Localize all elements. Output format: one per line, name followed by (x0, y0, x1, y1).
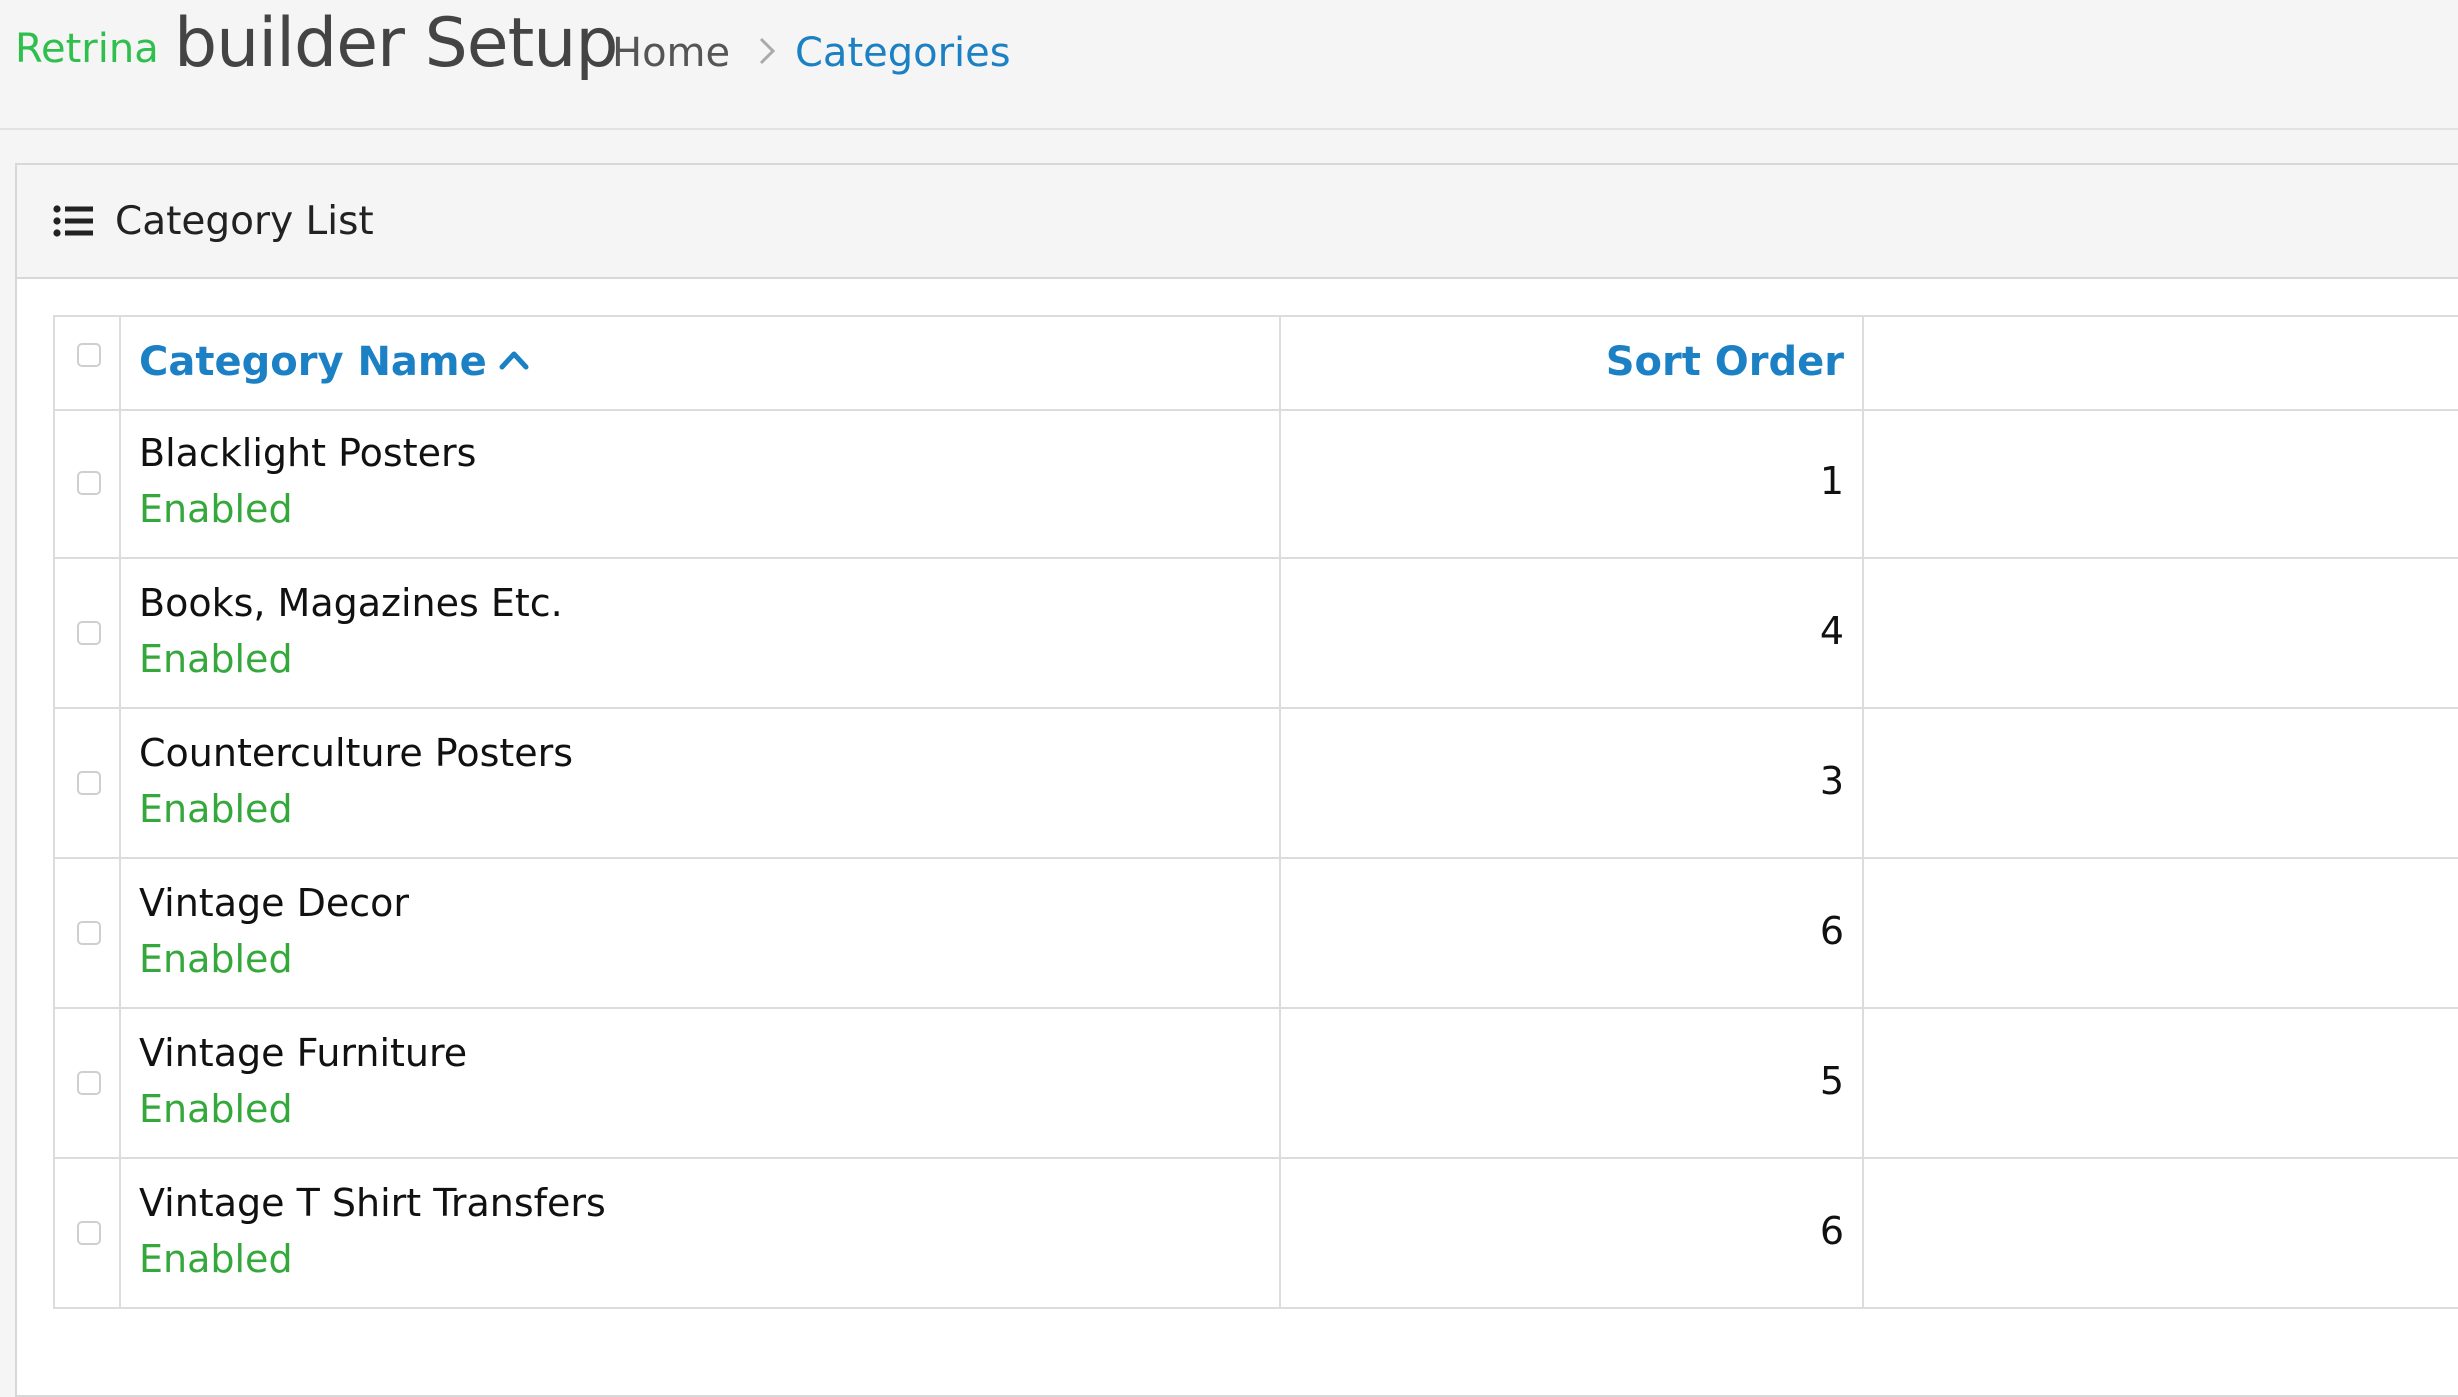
row-sort-cell: 6 (1281, 859, 1864, 1007)
category-name[interactable]: Books, Magazines Etc. (139, 581, 563, 625)
row-sort-cell: 1 (1281, 409, 1864, 557)
panel-title: Category List (115, 199, 374, 244)
row-name-cell: Vintage T Shirt Transfers Enabled (121, 1159, 1281, 1307)
category-status: Enabled (139, 787, 293, 831)
row-name-cell: Books, Magazines Etc. Enabled (121, 559, 1281, 707)
table-row: Vintage Furniture Enabled 5 (53, 1009, 2458, 1159)
row-check-cell (53, 1159, 121, 1307)
category-name[interactable]: Counterculture Posters (139, 731, 573, 775)
chevron-up-icon (499, 351, 529, 370)
header-sort-cell: Sort Order (1281, 317, 1864, 409)
category-sort-order: 3 (1819, 759, 1844, 803)
table-row: Books, Magazines Etc. Enabled 4 (53, 559, 2458, 709)
breadcrumb-categories[interactable]: Categories (795, 30, 1011, 76)
row-check-cell (53, 709, 121, 857)
row-name-cell: Vintage Furniture Enabled (121, 1009, 1281, 1157)
column-header-name: Category Name (139, 339, 487, 385)
row-sort-cell: 6 (1281, 1159, 1864, 1307)
category-sort-order: 5 (1819, 1059, 1844, 1103)
page-header: Retrina builder Setup Home Categories (0, 0, 2458, 130)
table-row: Vintage Decor Enabled 6 (53, 859, 2458, 1009)
row-checkbox[interactable] (77, 1071, 101, 1095)
row-checkbox[interactable] (77, 921, 101, 945)
row-sort-cell: 4 (1281, 559, 1864, 707)
row-checkbox[interactable] (77, 471, 101, 495)
row-check-cell (53, 409, 121, 557)
row-name-cell: Blacklight Posters Enabled (121, 409, 1281, 557)
category-status: Enabled (139, 487, 293, 531)
row-extra-cell (1864, 409, 2458, 557)
page-title: builder Setup (174, 4, 619, 83)
category-status: Enabled (139, 1237, 293, 1281)
sort-by-name-link[interactable]: Category Name (139, 339, 529, 385)
header-name-cell: Category Name (121, 317, 1281, 409)
chevron-right-icon (759, 37, 776, 65)
category-name[interactable]: Blacklight Posters (139, 431, 476, 475)
category-name[interactable]: Vintage T Shirt Transfers (139, 1181, 606, 1225)
row-checkbox[interactable] (77, 621, 101, 645)
row-check-cell (53, 859, 121, 1007)
select-all-checkbox[interactable] (77, 343, 101, 367)
category-sort-order: 4 (1819, 609, 1844, 653)
breadcrumb-home[interactable]: Home (612, 30, 730, 76)
row-name-cell: Vintage Decor Enabled (121, 859, 1281, 1007)
category-name[interactable]: Vintage Furniture (139, 1031, 467, 1075)
row-extra-cell (1864, 709, 2458, 857)
row-extra-cell (1864, 559, 2458, 707)
row-name-cell: Counterculture Posters Enabled (121, 709, 1281, 857)
header-check-cell (53, 317, 121, 409)
row-extra-cell (1864, 859, 2458, 1007)
row-sort-cell: 3 (1281, 709, 1864, 857)
table-header-row: Category Name Sort Order (53, 315, 2458, 411)
brand-name[interactable]: Retrina (15, 26, 159, 72)
table-row: Counterculture Posters Enabled 3 (53, 709, 2458, 859)
header-extra-cell (1864, 317, 2458, 409)
row-checkbox[interactable] (77, 1221, 101, 1245)
panel-heading: Category List (17, 165, 2458, 279)
sort-by-sort-order-link[interactable]: Sort Order (1606, 339, 1844, 385)
category-sort-order: 1 (1819, 459, 1844, 503)
row-sort-cell: 5 (1281, 1009, 1864, 1157)
row-check-cell (53, 1009, 121, 1157)
category-status: Enabled (139, 1087, 293, 1131)
row-check-cell (53, 559, 121, 707)
category-sort-order: 6 (1819, 1209, 1844, 1253)
category-status: Enabled (139, 637, 293, 681)
row-checkbox[interactable] (77, 771, 101, 795)
row-extra-cell (1864, 1009, 2458, 1157)
row-extra-cell (1864, 1159, 2458, 1307)
table-row: Blacklight Posters Enabled 1 (53, 409, 2458, 559)
category-status: Enabled (139, 937, 293, 981)
category-sort-order: 6 (1819, 909, 1844, 953)
table-row: Vintage T Shirt Transfers Enabled 6 (53, 1159, 2458, 1309)
list-icon (53, 205, 93, 237)
category-list-panel: Category List Category Name Sort Order B… (15, 163, 2458, 1397)
category-name[interactable]: Vintage Decor (139, 881, 409, 925)
